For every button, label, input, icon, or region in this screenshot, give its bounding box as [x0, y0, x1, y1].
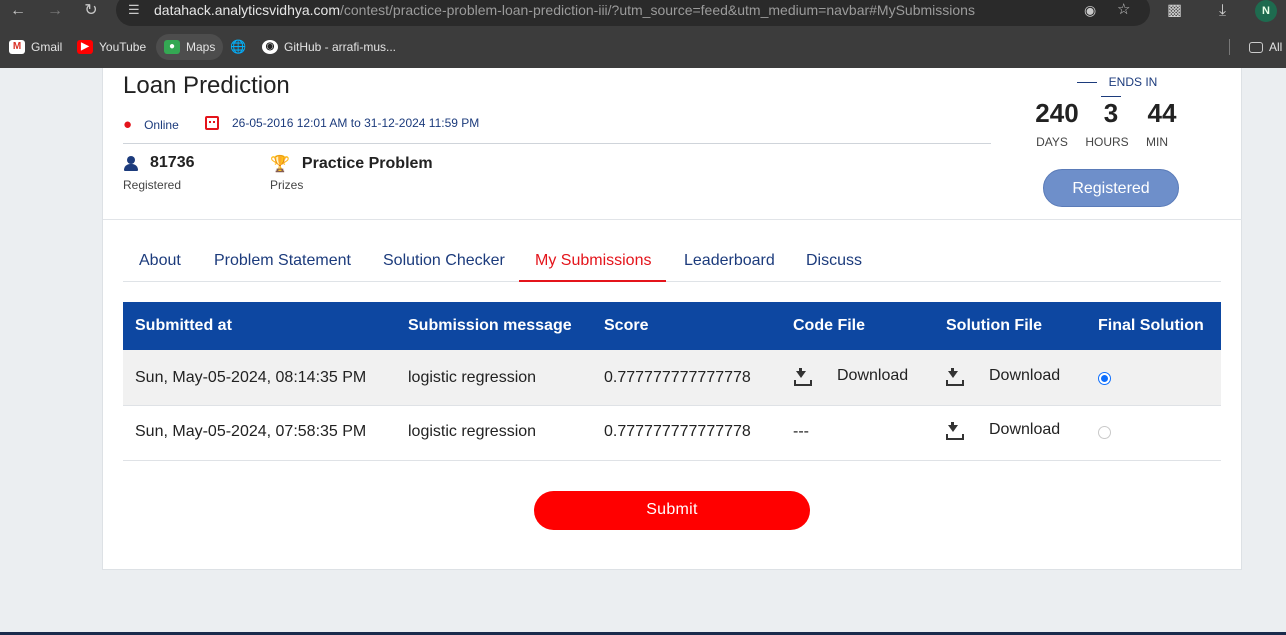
code-file-cell: --- [793, 423, 809, 440]
reload-icon[interactable]: ↻ [78, 0, 104, 22]
message-cell: logistic regression [408, 369, 537, 386]
browser-chrome: ← → ↻ ☰ datahack.analyticsvidhya.com/con… [0, 0, 1286, 68]
calendar-icon [205, 116, 219, 130]
download-icon[interactable] [946, 422, 964, 440]
registered-count: 81736 [124, 154, 195, 172]
prize-info: 🏆 Practice Problem [270, 155, 433, 173]
bookmarks-separator [1229, 39, 1230, 55]
bookmark-gmail[interactable]: M Gmail [9, 34, 62, 60]
submitted-at-cell: Sun, May-05-2024, 07:58:35 PM [135, 423, 367, 440]
countdown-days: 240 [1035, 98, 1079, 128]
all-bookmarks[interactable]: All [1249, 34, 1282, 60]
table-header: Submitted at Submission message Score Co… [123, 302, 1221, 350]
bookmark-youtube[interactable]: ▶ YouTube [77, 34, 146, 60]
col-submitted-at: Submitted at [135, 317, 232, 334]
col-submission-message: Submission message [408, 317, 572, 334]
github-icon: ◉ [262, 40, 278, 54]
tab-problem-statement[interactable]: Problem Statement [214, 252, 351, 270]
countdown-min-label: MIN [1146, 135, 1168, 149]
final-solution-radio[interactable] [1098, 426, 1111, 439]
col-final-solution: Final Solution [1098, 317, 1204, 334]
registered-button[interactable]: Registered [1043, 169, 1179, 207]
countdown-hours-label: HOURS [1085, 135, 1129, 149]
solution-file-download-link[interactable]: Download [989, 367, 1060, 385]
trophy-icon: 🏆 [270, 156, 290, 173]
url-text: datahack.analyticsvidhya.com/contest/pra… [154, 2, 975, 18]
submit-button[interactable]: Submit [534, 491, 810, 530]
contest-tabs: About Problem Statement Solution Checker… [123, 246, 1221, 282]
message-cell: logistic regression [408, 423, 537, 440]
user-icon [124, 155, 138, 171]
tab-my-submissions[interactable]: My Submissions [535, 252, 651, 270]
bookmark-github[interactable]: ◉ GitHub - arrafi-mus... [262, 34, 396, 60]
download-icon[interactable]: ⤓ [1219, 1, 1226, 21]
browser-nav-row: ← → ↻ ☰ datahack.analyticsvidhya.com/con… [0, 0, 1286, 26]
site-info-icon[interactable]: ☰ [128, 3, 140, 17]
active-tab-indicator [519, 280, 666, 282]
bookmarks-bar: M Gmail ▶ YouTube ● Maps 🌐 ◉ GitHub - ar… [0, 34, 1286, 60]
prize-label: Prizes [270, 178, 304, 192]
eye-off-icon[interactable]: ◉ [1084, 3, 1096, 17]
contest-card: Loan Prediction ● Online 26-05-2016 12:0… [102, 68, 1242, 570]
tab-discuss[interactable]: Discuss [806, 252, 862, 270]
table-row: Sun, May-05-2024, 08:14:35 PM logistic r… [123, 350, 1221, 406]
contest-mode: ● Online [123, 116, 179, 133]
download-icon[interactable] [794, 368, 812, 386]
table-row: Sun, May-05-2024, 07:58:35 PM logistic r… [123, 406, 1221, 461]
header-divider [123, 143, 991, 144]
countdown-hours: 3 [1103, 98, 1119, 128]
bookmark-star-icon[interactable]: ☆ [1117, 2, 1130, 17]
download-icon[interactable] [946, 368, 964, 386]
registered-label: Registered [123, 178, 182, 192]
gmail-icon: M [9, 40, 25, 54]
globe-icon: 🌐 [230, 39, 247, 54]
submissions-table: Submitted at Submission message Score Co… [123, 302, 1221, 461]
youtube-icon: ▶ [77, 40, 93, 54]
score-cell: 0.777777777777778 [604, 423, 751, 440]
solution-file-download-link[interactable]: Download [989, 421, 1060, 439]
final-solution-radio[interactable] [1098, 372, 1111, 385]
folder-icon [1249, 41, 1263, 53]
location-pin-icon: ● [123, 116, 133, 133]
forward-icon[interactable]: → [42, 0, 68, 22]
countdown-days-label: DAYS [1036, 135, 1068, 149]
col-score: Score [604, 317, 649, 334]
submitted-at-cell: Sun, May-05-2024, 08:14:35 PM [135, 369, 367, 386]
col-code-file: Code File [793, 317, 866, 334]
contest-dates: 26-05-2016 12:01 AM to 31-12-2024 11:59 … [205, 116, 479, 130]
tab-about[interactable]: About [139, 252, 181, 270]
extensions-icon[interactable]: ▩ [1167, 1, 1182, 21]
maps-icon: ● [164, 40, 180, 54]
tab-solution-checker[interactable]: Solution Checker [383, 252, 505, 270]
address-bar[interactable]: ☰ datahack.analyticsvidhya.com/contest/p… [116, 0, 1150, 26]
countdown-min: 44 [1147, 98, 1177, 128]
bookmark-globe[interactable]: 🌐 [230, 34, 252, 60]
profile-avatar[interactable]: N [1255, 0, 1277, 22]
back-icon[interactable]: ← [5, 0, 31, 22]
section-divider [103, 219, 1242, 220]
tab-leaderboard[interactable]: Leaderboard [684, 252, 775, 270]
contest-title: Loan Prediction [123, 72, 290, 99]
code-file-download-link[interactable]: Download [837, 367, 908, 385]
col-solution-file: Solution File [946, 317, 1042, 334]
score-cell: 0.777777777777778 [604, 369, 751, 386]
bookmark-maps[interactable]: ● Maps [156, 34, 224, 60]
